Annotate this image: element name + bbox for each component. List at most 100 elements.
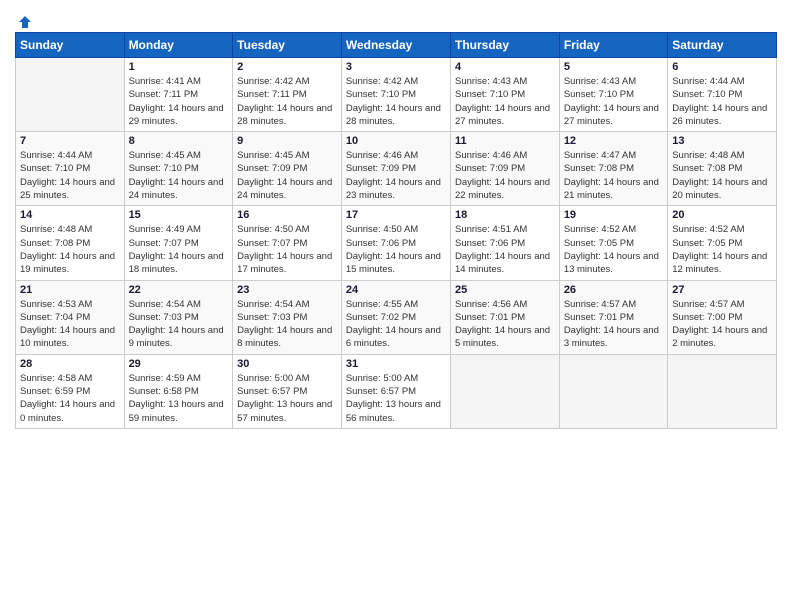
calendar-cell: 17 Sunrise: 4:50 AMSunset: 7:06 PMDaylig… xyxy=(341,206,450,280)
weekday-header-thursday: Thursday xyxy=(450,33,559,58)
day-number: 1 xyxy=(129,61,229,73)
day-number: 27 xyxy=(672,284,772,296)
day-info: Sunrise: 4:44 AMSunset: 7:10 PMDaylight:… xyxy=(20,149,120,202)
day-info: Sunrise: 4:50 AMSunset: 7:07 PMDaylight:… xyxy=(237,223,337,276)
day-number: 19 xyxy=(564,209,663,221)
calendar-cell: 26 Sunrise: 4:57 AMSunset: 7:01 PMDaylig… xyxy=(559,280,667,354)
day-number: 28 xyxy=(20,358,120,370)
calendar-cell: 2 Sunrise: 4:42 AMSunset: 7:11 PMDayligh… xyxy=(233,58,342,132)
calendar-cell: 8 Sunrise: 4:45 AMSunset: 7:10 PMDayligh… xyxy=(124,132,233,206)
calendar-cell: 1 Sunrise: 4:41 AMSunset: 7:11 PMDayligh… xyxy=(124,58,233,132)
calendar-table: SundayMondayTuesdayWednesdayThursdayFrid… xyxy=(15,32,777,429)
day-info: Sunrise: 5:00 AMSunset: 6:57 PMDaylight:… xyxy=(237,372,337,425)
calendar-cell: 4 Sunrise: 4:43 AMSunset: 7:10 PMDayligh… xyxy=(450,58,559,132)
calendar-cell: 25 Sunrise: 4:56 AMSunset: 7:01 PMDaylig… xyxy=(450,280,559,354)
calendar-cell: 12 Sunrise: 4:47 AMSunset: 7:08 PMDaylig… xyxy=(559,132,667,206)
day-info: Sunrise: 4:57 AMSunset: 7:00 PMDaylight:… xyxy=(672,298,772,351)
day-info: Sunrise: 4:43 AMSunset: 7:10 PMDaylight:… xyxy=(564,75,663,128)
day-number: 17 xyxy=(346,209,446,221)
calendar-cell: 5 Sunrise: 4:43 AMSunset: 7:10 PMDayligh… xyxy=(559,58,667,132)
day-info: Sunrise: 4:47 AMSunset: 7:08 PMDaylight:… xyxy=(564,149,663,202)
calendar-cell: 14 Sunrise: 4:48 AMSunset: 7:08 PMDaylig… xyxy=(16,206,125,280)
day-info: Sunrise: 4:59 AMSunset: 6:58 PMDaylight:… xyxy=(129,372,229,425)
calendar-cell: 11 Sunrise: 4:46 AMSunset: 7:09 PMDaylig… xyxy=(450,132,559,206)
calendar-cell: 30 Sunrise: 5:00 AMSunset: 6:57 PMDaylig… xyxy=(233,354,342,428)
calendar-cell: 23 Sunrise: 4:54 AMSunset: 7:03 PMDaylig… xyxy=(233,280,342,354)
day-info: Sunrise: 4:56 AMSunset: 7:01 PMDaylight:… xyxy=(455,298,555,351)
calendar-cell: 28 Sunrise: 4:58 AMSunset: 6:59 PMDaylig… xyxy=(16,354,125,428)
day-info: Sunrise: 4:52 AMSunset: 7:05 PMDaylight:… xyxy=(564,223,663,276)
day-number: 3 xyxy=(346,61,446,73)
calendar-week-4: 21 Sunrise: 4:53 AMSunset: 7:04 PMDaylig… xyxy=(16,280,777,354)
calendar-cell xyxy=(559,354,667,428)
day-number: 6 xyxy=(672,61,772,73)
day-number: 14 xyxy=(20,209,120,221)
day-info: Sunrise: 4:44 AMSunset: 7:10 PMDaylight:… xyxy=(672,75,772,128)
day-number: 13 xyxy=(672,135,772,147)
day-number: 24 xyxy=(346,284,446,296)
calendar-cell: 21 Sunrise: 4:53 AMSunset: 7:04 PMDaylig… xyxy=(16,280,125,354)
calendar-cell: 29 Sunrise: 4:59 AMSunset: 6:58 PMDaylig… xyxy=(124,354,233,428)
calendar-cell: 20 Sunrise: 4:52 AMSunset: 7:05 PMDaylig… xyxy=(668,206,777,280)
calendar-cell: 24 Sunrise: 4:55 AMSunset: 7:02 PMDaylig… xyxy=(341,280,450,354)
calendar-week-3: 14 Sunrise: 4:48 AMSunset: 7:08 PMDaylig… xyxy=(16,206,777,280)
day-number: 4 xyxy=(455,61,555,73)
weekday-header-tuesday: Tuesday xyxy=(233,33,342,58)
day-info: Sunrise: 4:49 AMSunset: 7:07 PMDaylight:… xyxy=(129,223,229,276)
weekday-header-sunday: Sunday xyxy=(16,33,125,58)
day-number: 10 xyxy=(346,135,446,147)
day-info: Sunrise: 4:45 AMSunset: 7:10 PMDaylight:… xyxy=(129,149,229,202)
day-number: 21 xyxy=(20,284,120,296)
day-number: 8 xyxy=(129,135,229,147)
calendar-cell: 10 Sunrise: 4:46 AMSunset: 7:09 PMDaylig… xyxy=(341,132,450,206)
day-info: Sunrise: 4:50 AMSunset: 7:06 PMDaylight:… xyxy=(346,223,446,276)
calendar-cell xyxy=(668,354,777,428)
calendar-cell: 19 Sunrise: 4:52 AMSunset: 7:05 PMDaylig… xyxy=(559,206,667,280)
day-info: Sunrise: 4:42 AMSunset: 7:10 PMDaylight:… xyxy=(346,75,446,128)
day-info: Sunrise: 4:43 AMSunset: 7:10 PMDaylight:… xyxy=(455,75,555,128)
day-info: Sunrise: 4:46 AMSunset: 7:09 PMDaylight:… xyxy=(455,149,555,202)
calendar-cell xyxy=(16,58,125,132)
logo-icon xyxy=(17,14,33,30)
day-number: 29 xyxy=(129,358,229,370)
day-number: 7 xyxy=(20,135,120,147)
day-number: 15 xyxy=(129,209,229,221)
weekday-header-saturday: Saturday xyxy=(668,33,777,58)
day-info: Sunrise: 4:57 AMSunset: 7:01 PMDaylight:… xyxy=(564,298,663,351)
day-number: 30 xyxy=(237,358,337,370)
calendar-cell: 27 Sunrise: 4:57 AMSunset: 7:00 PMDaylig… xyxy=(668,280,777,354)
day-number: 5 xyxy=(564,61,663,73)
calendar-cell: 9 Sunrise: 4:45 AMSunset: 7:09 PMDayligh… xyxy=(233,132,342,206)
day-number: 11 xyxy=(455,135,555,147)
calendar-cell: 15 Sunrise: 4:49 AMSunset: 7:07 PMDaylig… xyxy=(124,206,233,280)
day-info: Sunrise: 4:54 AMSunset: 7:03 PMDaylight:… xyxy=(129,298,229,351)
day-info: Sunrise: 4:54 AMSunset: 7:03 PMDaylight:… xyxy=(237,298,337,351)
day-number: 23 xyxy=(237,284,337,296)
calendar-cell: 22 Sunrise: 4:54 AMSunset: 7:03 PMDaylig… xyxy=(124,280,233,354)
weekday-header-row: SundayMondayTuesdayWednesdayThursdayFrid… xyxy=(16,33,777,58)
day-number: 31 xyxy=(346,358,446,370)
calendar-cell xyxy=(450,354,559,428)
day-number: 16 xyxy=(237,209,337,221)
day-info: Sunrise: 4:46 AMSunset: 7:09 PMDaylight:… xyxy=(346,149,446,202)
calendar-cell: 31 Sunrise: 5:00 AMSunset: 6:57 PMDaylig… xyxy=(341,354,450,428)
calendar-cell: 7 Sunrise: 4:44 AMSunset: 7:10 PMDayligh… xyxy=(16,132,125,206)
day-number: 26 xyxy=(564,284,663,296)
calendar-cell: 13 Sunrise: 4:48 AMSunset: 7:08 PMDaylig… xyxy=(668,132,777,206)
day-info: Sunrise: 4:48 AMSunset: 7:08 PMDaylight:… xyxy=(672,149,772,202)
logo xyxy=(15,14,33,26)
calendar-week-2: 7 Sunrise: 4:44 AMSunset: 7:10 PMDayligh… xyxy=(16,132,777,206)
day-info: Sunrise: 4:42 AMSunset: 7:11 PMDaylight:… xyxy=(237,75,337,128)
day-info: Sunrise: 4:51 AMSunset: 7:06 PMDaylight:… xyxy=(455,223,555,276)
day-info: Sunrise: 4:52 AMSunset: 7:05 PMDaylight:… xyxy=(672,223,772,276)
day-number: 9 xyxy=(237,135,337,147)
day-info: Sunrise: 4:58 AMSunset: 6:59 PMDaylight:… xyxy=(20,372,120,425)
calendar-cell: 16 Sunrise: 4:50 AMSunset: 7:07 PMDaylig… xyxy=(233,206,342,280)
day-info: Sunrise: 4:48 AMSunset: 7:08 PMDaylight:… xyxy=(20,223,120,276)
day-info: Sunrise: 4:53 AMSunset: 7:04 PMDaylight:… xyxy=(20,298,120,351)
day-info: Sunrise: 4:41 AMSunset: 7:11 PMDaylight:… xyxy=(129,75,229,128)
calendar-cell: 18 Sunrise: 4:51 AMSunset: 7:06 PMDaylig… xyxy=(450,206,559,280)
day-number: 2 xyxy=(237,61,337,73)
page-header xyxy=(15,10,777,26)
weekday-header-wednesday: Wednesday xyxy=(341,33,450,58)
